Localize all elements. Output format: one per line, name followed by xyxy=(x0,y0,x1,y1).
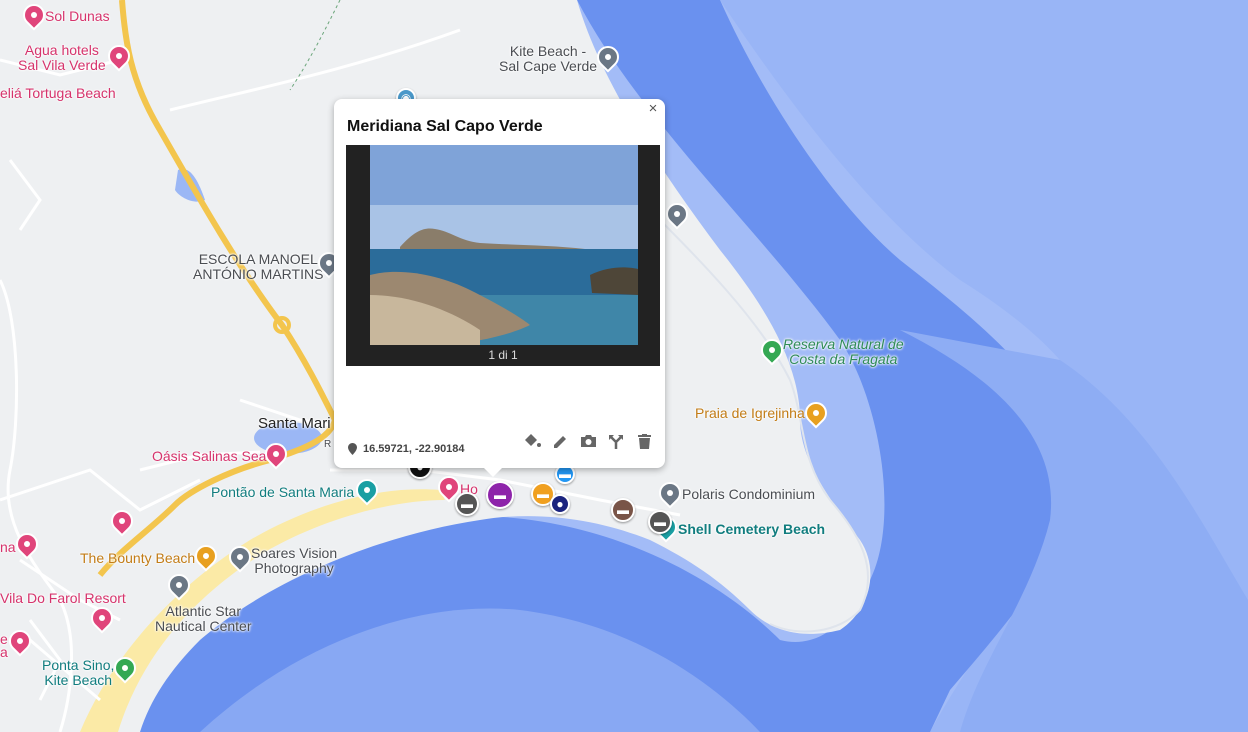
label-line: ANTÓNIO MARTINS xyxy=(193,266,324,282)
coordinates-text: 16.59721, -22.90184 xyxy=(363,443,465,455)
label-line: Agua hotels xyxy=(24,42,99,58)
place-label-atlantic-star[interactable]: Atlantic Star Nautical Center xyxy=(155,604,252,634)
town-label-santa-maria[interactable]: Santa Mari xyxy=(258,416,331,431)
popup-toolbar xyxy=(523,432,653,450)
coast-photo[interactable] xyxy=(370,145,638,345)
place-label-soares[interactable]: Soares Vision Photography xyxy=(251,546,337,576)
place-label-pontao[interactable]: Pontão de Santa Maria xyxy=(211,485,354,500)
photo-viewer[interactable]: 1 di 1 xyxy=(346,145,660,366)
place-label-ponta-sino[interactable]: Ponta Sino, Kite Beach xyxy=(42,658,114,688)
place-label-kite-beach[interactable]: Kite Beach - Sal Cape Verde xyxy=(499,44,597,74)
place-label-reserva[interactable]: Reserva Natural de Costa da Fragata xyxy=(783,337,904,367)
label-line: Atlantic Star xyxy=(165,603,241,619)
label-line: ESCOLA MANOEL xyxy=(198,251,318,267)
label-line: Sal Cape Verde xyxy=(499,58,598,74)
place-label-melia-tortuga[interactable]: eliá Tortuga Beach xyxy=(0,86,116,101)
camera-icon[interactable] xyxy=(579,432,597,450)
pencil-icon[interactable] xyxy=(551,432,569,450)
place-label-bounty[interactable]: The Bounty Beach xyxy=(80,551,195,566)
label-line: Costa da Fragata xyxy=(789,351,898,367)
place-label-praia-igrejinha[interactable]: Praia de Igrejinha xyxy=(695,406,805,421)
bed-marker-icon[interactable]: ▬ xyxy=(648,510,672,534)
close-icon[interactable]: × xyxy=(645,101,661,117)
coordinates-row: 16.59721, -22.90184 xyxy=(348,443,465,455)
road-label: R xyxy=(324,439,332,450)
label-line: Soares Vision xyxy=(251,545,338,561)
label-line: Kite Beach - xyxy=(509,43,587,59)
place-label-vila-farol[interactable]: Vila Do Farol Resort xyxy=(0,591,126,606)
label-line: Sal Vila Verde xyxy=(18,57,106,73)
bed-marker-icon[interactable]: ▬ xyxy=(611,498,635,522)
label-line: Kite Beach xyxy=(44,672,113,688)
label-line: Reserva Natural de xyxy=(783,336,904,352)
directions-icon[interactable] xyxy=(607,432,625,450)
hotel-bed-marker-icon[interactable]: ▬ xyxy=(455,492,479,516)
trash-icon[interactable] xyxy=(635,432,653,450)
place-label-shell-cemetery[interactable]: Shell Cemetery Beach xyxy=(678,522,825,537)
label-line: Ponta Sino, xyxy=(42,657,115,673)
label-line: Photography xyxy=(254,560,334,576)
place-label-agua-hotels[interactable]: Agua hotels Sal Vila Verde xyxy=(18,43,106,73)
location-pin-icon xyxy=(348,443,357,455)
paint-bucket-icon[interactable] xyxy=(523,432,541,450)
popup-title: Meridiana Sal Capo Verde xyxy=(347,118,543,135)
selected-bed-marker-icon[interactable]: ▬ xyxy=(486,481,514,509)
place-label-polaris[interactable]: Polaris Condominium xyxy=(682,487,815,502)
place-label-oasis[interactable]: Oásis Salinas Sea xyxy=(152,449,266,464)
label-line: Nautical Center xyxy=(155,618,252,634)
photo-counter: 1 di 1 xyxy=(488,348,518,362)
marker-icon[interactable]: ● xyxy=(550,494,570,514)
place-label-edge-na[interactable]: na xyxy=(0,540,16,555)
place-label-escola[interactable]: ESCOLA MANOEL ANTÓNIO MARTINS xyxy=(193,252,323,282)
place-label-sol-dunas[interactable]: Sol Dunas xyxy=(45,9,110,24)
place-label-edge-a[interactable]: a xyxy=(0,645,8,660)
place-info-popup: Meridiana Sal Capo Verde × 1 di 1 16.597… xyxy=(334,99,665,477)
